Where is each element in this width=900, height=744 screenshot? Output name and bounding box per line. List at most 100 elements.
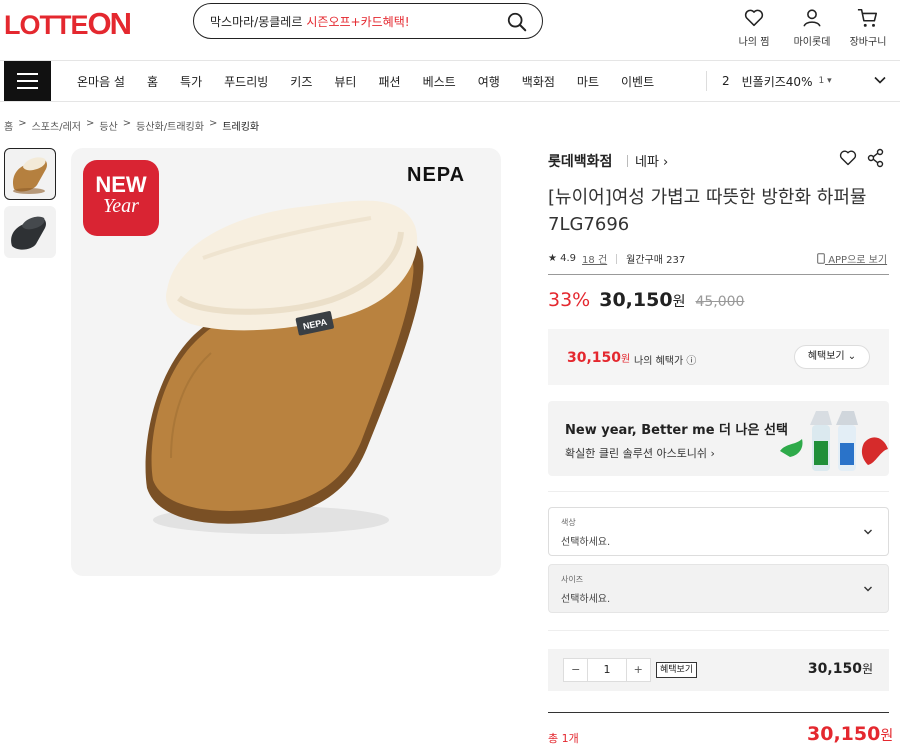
nav-bottom-divider — [0, 101, 900, 102]
breadcrumb-item[interactable]: 스포츠/레저 — [32, 118, 81, 133]
logo-text-on: ON — [87, 6, 132, 41]
nav-item[interactable]: 특가 — [180, 73, 202, 90]
cart-button[interactable]: 장바구니 — [838, 7, 898, 48]
mylotte-label: 마이롯데 — [793, 37, 831, 48]
quantity-box: − 1 + 혜택보기 30,150원 — [548, 649, 889, 691]
size-select-label: 사이즈 — [561, 575, 584, 584]
breadcrumb-item[interactable]: 등산화/트래킹화 — [136, 118, 204, 133]
trend-change: 1 ▾ — [818, 76, 832, 86]
total-count: 총 1개 — [548, 732, 579, 744]
increase-button[interactable]: + — [627, 659, 650, 681]
options-divider — [548, 491, 889, 492]
slipper-thumbnail-image — [13, 157, 48, 194]
slipper-illustration: NEPA — [145, 200, 424, 534]
user-icon — [803, 9, 821, 27]
trend-rank: 2 — [722, 74, 730, 88]
share-icon[interactable] — [866, 148, 886, 168]
quantity-price-value: 30,150 — [807, 661, 862, 677]
discount-rate: 33% — [548, 289, 591, 311]
thumbnail-brown[interactable] — [4, 148, 56, 200]
total-price-value: 30,150 — [807, 723, 881, 744]
phone-icon — [817, 253, 825, 264]
nav-item[interactable]: 푸드리빙 — [224, 73, 268, 90]
total-price-unit: 원 — [880, 728, 894, 744]
chevron-down-icon — [864, 586, 872, 592]
menu-button[interactable] — [4, 61, 51, 101]
seller-separator — [627, 155, 628, 167]
banner-headline: New year, Better me 더 나은 선택 — [565, 423, 788, 438]
wishlist-label: 나의 찜 — [738, 37, 770, 48]
breadcrumb: 홈 > 스포츠/레저 > 등산 > 등산화/트래킹화 > 트레킹화 — [4, 118, 264, 133]
mylotte-button[interactable]: 마이롯데 — [782, 7, 842, 48]
trending-keyword[interactable]: 2 빈폴키즈40% 1 ▾ — [722, 61, 832, 101]
main-product-image[interactable]: NEW Year NEPA NEPA — [71, 148, 501, 576]
menu-bar-2 — [17, 80, 38, 82]
category-nav: 온마음 설 홈 특가 푸드리빙 키즈 뷰티 패션 베스트 여행 백화점 마트 이… — [66, 61, 665, 101]
benefit-label: 나의 혜택가 ⓘ — [634, 356, 697, 367]
info-divider — [548, 274, 889, 275]
original-price: 45,000 — [695, 294, 745, 310]
quantity-benefit-button[interactable]: 혜택보기 — [656, 662, 698, 678]
breadcrumb-separator: > — [85, 118, 95, 129]
nav-item[interactable]: 백화점 — [522, 73, 555, 90]
quantity-input[interactable]: 1 — [587, 659, 627, 681]
quantity-price-unit: 원 — [861, 662, 873, 676]
logo-text-lotte: LOTTE — [4, 10, 88, 40]
review-count-link[interactable]: 18 건 — [582, 251, 607, 266]
nav-item[interactable]: 뷰티 — [334, 73, 356, 90]
search-promo-text: 막스마라/몽클레르 — [210, 14, 303, 29]
nav-item[interactable]: 여행 — [478, 73, 500, 90]
rating-score: ★ 4.9 — [548, 253, 577, 264]
product-title: [뉴이어]여성 가볍고 따뜻한 방한화 하퍼뮬 7LG7696 — [548, 187, 867, 235]
total-divider — [548, 712, 889, 713]
breadcrumb-item[interactable]: 트레킹화 — [222, 118, 259, 133]
total-price: 30,150원 — [807, 723, 893, 744]
nav-item[interactable]: 베스트 — [423, 73, 456, 90]
sale-price: 30,150 — [599, 289, 673, 311]
benefit-price-value: 30,150 — [567, 350, 622, 366]
app-view-text: APP으로 보기 — [828, 255, 888, 266]
breadcrumb-item[interactable]: 홈 — [4, 118, 13, 133]
cart-label: 장바구니 — [849, 37, 887, 48]
nav-item[interactable]: 키즈 — [290, 73, 312, 90]
nav-item[interactable]: 이벤트 — [621, 73, 654, 90]
app-view-link[interactable]: APP으로 보기 — [817, 251, 887, 266]
nav-item[interactable]: 온마음 설 — [77, 73, 125, 90]
decrease-button[interactable]: − — [564, 659, 587, 681]
trend-text: 빈폴키즈40% — [741, 74, 813, 89]
banner-subtext: 확실한 클린 솔루션 아스토니쉬 › — [565, 447, 715, 460]
search-promo-highlight: 시즌오프+카드혜택! — [306, 14, 410, 29]
menu-bar-3 — [17, 87, 38, 89]
lotte-on-logo[interactable]: LOTTEON — [4, 6, 132, 42]
color-select[interactable]: 색상 선택하세요. — [548, 507, 889, 556]
rating-row: ★ 4.9 18 건 월간구매 237 — [548, 251, 685, 266]
color-select-value: 선택하세요. — [561, 537, 611, 548]
menu-bar-1 — [17, 73, 38, 75]
breadcrumb-separator: > — [18, 118, 27, 129]
nav-item[interactable]: 홈 — [147, 73, 158, 90]
nav-item[interactable]: 마트 — [577, 73, 599, 90]
monthly-purchases: 월간구매 237 — [626, 255, 686, 266]
search-bar[interactable]: 막스마라/몽클레르 시즌오프+카드혜택! — [193, 3, 543, 39]
quantity-price: 30,150원 — [808, 660, 873, 677]
benefit-view-button[interactable]: 혜택보기 ⌄ — [794, 345, 870, 369]
size-select[interactable]: 사이즈 선택하세요. — [548, 564, 889, 613]
nav-item[interactable]: 패션 — [378, 73, 400, 90]
rating-separator — [616, 253, 618, 264]
heart-icon — [744, 9, 764, 27]
wishlist-button[interactable]: 나의 찜 — [724, 7, 784, 48]
search-icon[interactable] — [506, 11, 528, 33]
benefit-price: 30,150원 — [567, 350, 630, 366]
quantity-stepper: − 1 + — [563, 658, 651, 682]
seller-name[interactable]: 롯데백화점 — [548, 151, 612, 171]
breadcrumb-item[interactable]: 등산 — [99, 118, 117, 133]
brand-link[interactable]: 네파 › — [635, 151, 668, 170]
thumbnail-black[interactable] — [4, 206, 56, 258]
promo-banner[interactable]: New year, Better me 더 나은 선택 확실한 클린 솔루션 아… — [548, 401, 889, 476]
price-row: 33% 30,150 원 45,000 — [548, 289, 744, 311]
quantity-divider — [548, 630, 889, 631]
heart-icon[interactable] — [838, 149, 858, 167]
slipper-thumbnail-image — [11, 216, 47, 250]
color-select-label: 색상 — [561, 518, 576, 527]
chevron-down-icon[interactable] — [873, 73, 887, 87]
